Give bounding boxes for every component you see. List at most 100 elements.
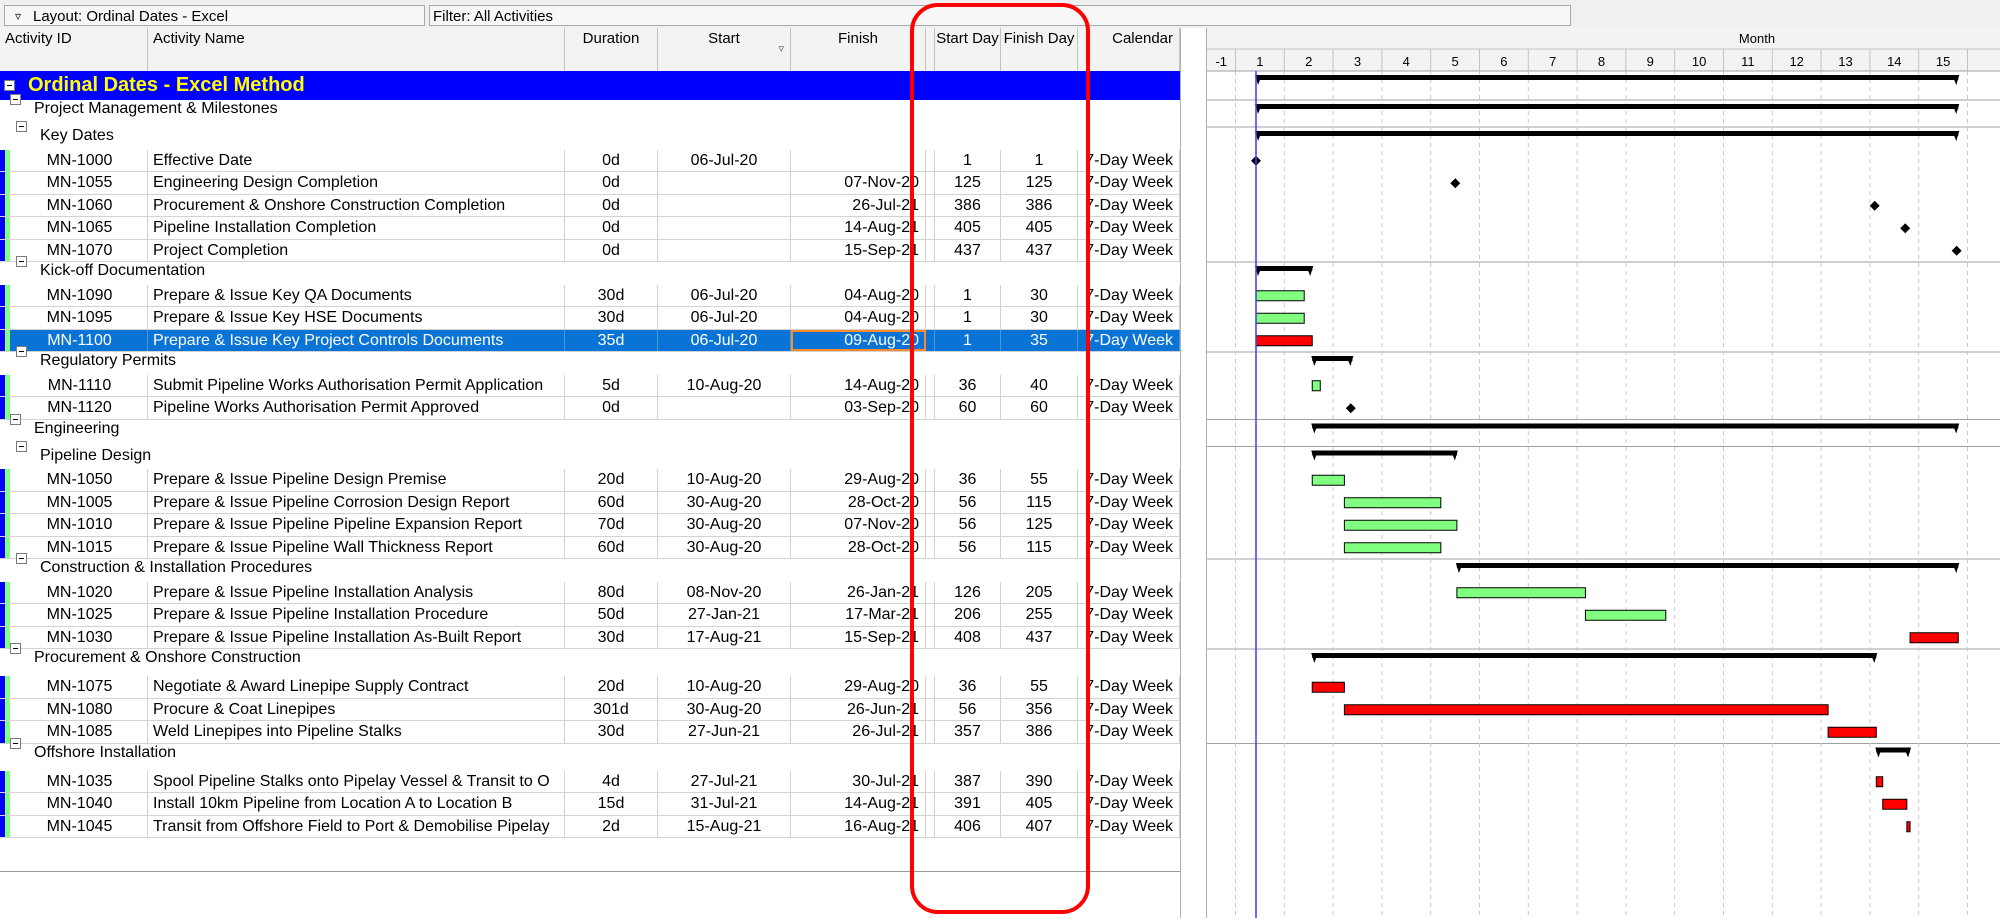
- table-row[interactable]: MN-1095 Prepare & Issue Key HSE Documents…: [0, 307, 1180, 330]
- cell-start[interactable]: 10-Aug-20: [658, 676, 791, 698]
- cell-duration[interactable]: 0d: [565, 194, 658, 216]
- cell-calendar[interactable]: 7-Day Week: [1078, 698, 1180, 720]
- summary-bar[interactable]: [1456, 563, 1959, 568]
- collapse-toggle-icon[interactable]: [4, 79, 15, 91]
- column-header-activity-name[interactable]: Activity Name: [148, 28, 565, 71]
- cell-start-day[interactable]: 1: [935, 284, 1001, 306]
- cell-duration[interactable]: 50d: [565, 604, 658, 626]
- cell-start-day[interactable]: 405: [935, 217, 1001, 239]
- cell-spacer[interactable]: [926, 721, 935, 743]
- column-header-duration[interactable]: Duration: [565, 28, 658, 71]
- cell-start-day[interactable]: 36: [935, 374, 1001, 396]
- critical-activity-bar[interactable]: [1909, 632, 1959, 644]
- cell-duration[interactable]: 0d: [565, 149, 658, 171]
- cell-finish[interactable]: 04-Aug-20: [791, 284, 926, 306]
- table-row[interactable]: MN-1100 Prepare & Issue Key Project Contr…: [0, 329, 1180, 352]
- table-row[interactable]: MN-1015 Prepare & Issue Pipeline Wall Thi…: [0, 536, 1180, 559]
- cell-spacer[interactable]: [926, 581, 935, 603]
- cell-calendar[interactable]: 7-Day Week: [1078, 194, 1180, 216]
- cell-name[interactable]: Transit from Offshore Field to Port & De…: [148, 815, 565, 837]
- cell-calendar[interactable]: 7-Day Week: [1078, 284, 1180, 306]
- cell-calendar[interactable]: 7-Day Week: [1078, 514, 1180, 536]
- cell-id[interactable]: MN-1110: [12, 374, 148, 396]
- cell-finish[interactable]: [791, 149, 926, 171]
- cell-start[interactable]: 30-Aug-20: [658, 698, 791, 720]
- cell-finish-day[interactable]: 55: [1001, 469, 1078, 491]
- cell-finish[interactable]: 30-Jul-21: [791, 770, 926, 792]
- cell-calendar[interactable]: 7-Day Week: [1078, 217, 1180, 239]
- cell-spacer[interactable]: [926, 329, 935, 351]
- cell-spacer[interactable]: [926, 374, 935, 396]
- activity-bar[interactable]: [1255, 312, 1305, 324]
- table-row[interactable]: MN-1055 Engineering Design Completion 0d 07…: [0, 172, 1180, 195]
- cell-id[interactable]: MN-1100: [12, 329, 148, 351]
- summary-bar[interactable]: [1256, 131, 1959, 136]
- cell-start[interactable]: 06-Jul-20: [658, 307, 791, 329]
- cell-calendar[interactable]: 7-Day Week: [1078, 770, 1180, 792]
- cell-spacer[interactable]: [926, 469, 935, 491]
- column-header-start[interactable]: Start ▿: [658, 28, 791, 71]
- cell-calendar[interactable]: 7-Day Week: [1078, 469, 1180, 491]
- cell-finish-day[interactable]: 356: [1001, 698, 1078, 720]
- summary-bar[interactable]: [1256, 75, 1959, 80]
- cell-start-day[interactable]: 386: [935, 194, 1001, 216]
- cell-duration[interactable]: 70d: [565, 514, 658, 536]
- cell-start-day[interactable]: 56: [935, 514, 1001, 536]
- activity-bar[interactable]: [1255, 290, 1305, 302]
- cell-start-day[interactable]: 1: [935, 307, 1001, 329]
- cell-duration[interactable]: 30d: [565, 626, 658, 648]
- collapse-toggle-icon[interactable]: [10, 643, 21, 654]
- cell-finish[interactable]: 15-Sep-21: [791, 239, 926, 261]
- cell-start-day[interactable]: 206: [935, 604, 1001, 626]
- cell-id[interactable]: MN-1020: [12, 581, 148, 603]
- cell-calendar[interactable]: 7-Day Week: [1078, 329, 1180, 351]
- cell-start-day[interactable]: 56: [935, 491, 1001, 513]
- critical-activity-bar[interactable]: [1343, 704, 1829, 716]
- table-row[interactable]: MN-1085 Weld Linepipes into Pipeline Stal…: [0, 721, 1180, 744]
- cell-start[interactable]: 30-Aug-20: [658, 536, 791, 558]
- cell-duration[interactable]: 80d: [565, 581, 658, 603]
- summary-bar[interactable]: [1312, 356, 1353, 361]
- table-row[interactable]: MN-1020 Prepare & Issue Pipeline Installa…: [0, 581, 1180, 604]
- cell-finish[interactable]: 29-Aug-20: [791, 469, 926, 491]
- cell-id[interactable]: MN-1070: [12, 239, 148, 261]
- cell-finish[interactable]: 15-Sep-21: [791, 626, 926, 648]
- cell-finish-day[interactable]: 405: [1001, 217, 1078, 239]
- cell-spacer[interactable]: [926, 284, 935, 306]
- cell-start-day[interactable]: 1: [935, 149, 1001, 171]
- cell-id[interactable]: MN-1010: [12, 514, 148, 536]
- cell-finish-day[interactable]: 55: [1001, 676, 1078, 698]
- cell-calendar[interactable]: 7-Day Week: [1078, 536, 1180, 558]
- collapse-toggle-icon[interactable]: [16, 553, 27, 564]
- cell-calendar[interactable]: 7-Day Week: [1078, 793, 1180, 815]
- activity-bar[interactable]: [1343, 542, 1442, 554]
- cell-start[interactable]: 06-Jul-20: [658, 284, 791, 306]
- cell-name[interactable]: Submit Pipeline Works Authorisation Perm…: [148, 374, 565, 396]
- cell-start-day[interactable]: 125: [935, 172, 1001, 194]
- cell-name[interactable]: Prepare & Issue Key HSE Documents: [148, 307, 565, 329]
- table-row[interactable]: MN-1090 Prepare & Issue Key QA Documents 3…: [0, 284, 1180, 307]
- cell-id[interactable]: MN-1080: [12, 698, 148, 720]
- cell-spacer[interactable]: [926, 307, 935, 329]
- cell-name[interactable]: Install 10km Pipeline from Location A to…: [148, 793, 565, 815]
- cell-duration[interactable]: 301d: [565, 698, 658, 720]
- cell-name[interactable]: Prepare & Issue Pipeline Pipeline Expans…: [148, 514, 565, 536]
- cell-start[interactable]: 27-Jan-21: [658, 604, 791, 626]
- cell-spacer[interactable]: [926, 698, 935, 720]
- cell-calendar[interactable]: 7-Day Week: [1078, 604, 1180, 626]
- column-header-finish[interactable]: Finish: [791, 28, 926, 71]
- cell-duration[interactable]: 30d: [565, 307, 658, 329]
- cell-duration[interactable]: 60d: [565, 491, 658, 513]
- cell-start[interactable]: 27-Jun-21: [658, 721, 791, 743]
- cell-calendar[interactable]: 7-Day Week: [1078, 721, 1180, 743]
- table-row[interactable]: MN-1045 Transit from Offshore Field to Po…: [0, 815, 1180, 838]
- cell-duration[interactable]: 0d: [565, 172, 658, 194]
- cell-finish-day[interactable]: 1: [1001, 149, 1078, 171]
- cell-start[interactable]: 27-Jul-21: [658, 770, 791, 792]
- cell-finish[interactable]: 17-Mar-21: [791, 604, 926, 626]
- cell-id[interactable]: MN-1015: [12, 536, 148, 558]
- cell-name[interactable]: Spool Pipeline Stalks onto Pipelay Vesse…: [148, 770, 565, 792]
- activity-bar[interactable]: [1456, 587, 1586, 599]
- cell-finish-day[interactable]: 437: [1001, 239, 1078, 261]
- table-row[interactable]: MN-1050 Prepare & Issue Pipeline Design P…: [0, 469, 1180, 492]
